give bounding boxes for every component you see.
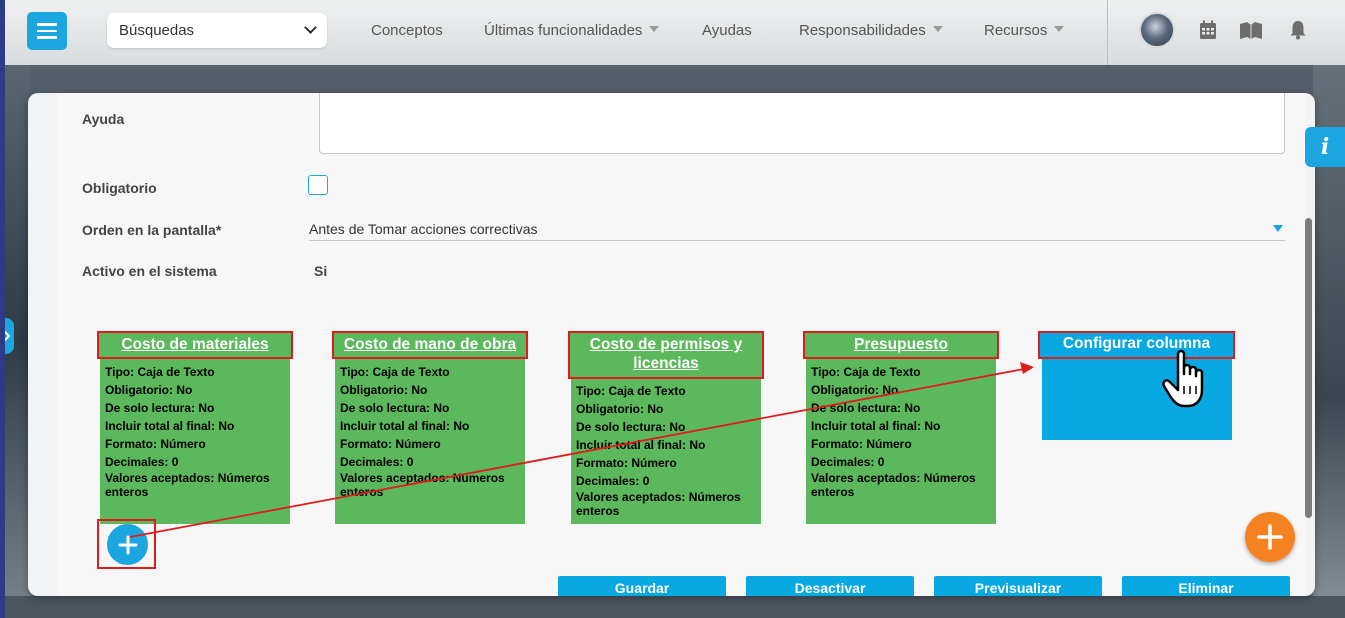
caret-down-icon (649, 26, 660, 32)
active-label: Activo en el sistema (82, 263, 217, 279)
scrollbar[interactable] (1305, 218, 1312, 518)
column-details: Tipo: Caja de Texto Obligatorio: No De s… (340, 365, 505, 499)
add-column-button[interactable] (107, 524, 148, 565)
topbar-divider (1107, 0, 1108, 65)
nav-ultimas-funcionalidades[interactable]: Últimas funcionalidades (484, 22, 660, 39)
form-content: Ayuda Obligatorio Orden en la pantalla* … (58, 93, 1305, 596)
column-details: Tipo: Caja de Texto Obligatorio: No De s… (811, 365, 976, 499)
nav-responsabilidades[interactable]: Responsabilidades (799, 22, 943, 39)
floating-add-button[interactable] (1245, 512, 1295, 562)
required-label: Obligatorio (82, 180, 157, 196)
info-tab[interactable]: i (1305, 127, 1345, 167)
order-select-value: Antes de Tomar acciones correctivas (309, 221, 538, 237)
caret-down-icon (1273, 225, 1283, 232)
bell-icon[interactable] (1289, 20, 1307, 40)
required-checkbox[interactable] (308, 175, 328, 195)
order-select[interactable]: Antes de Tomar acciones correctivas (309, 221, 1285, 241)
menu-icon (37, 23, 57, 26)
nav-recursos[interactable]: Recursos (984, 22, 1065, 39)
calendar-icon[interactable] (1199, 20, 1217, 40)
nav-conceptos[interactable]: Conceptos (371, 22, 443, 39)
help-textarea[interactable] (319, 93, 1285, 154)
hand-cursor-icon (1162, 349, 1204, 408)
caret-down-icon (932, 26, 943, 32)
help-label: Ayuda (82, 111, 125, 127)
preview-button[interactable]: Previsualizar (934, 576, 1102, 596)
column-title[interactable]: Presupuesto (803, 331, 999, 359)
caret-down-icon (1054, 26, 1065, 32)
order-label: Orden en la pantalla* (82, 222, 222, 238)
column-title[interactable]: Costo de mano de obra (332, 331, 528, 359)
nav-ayudas[interactable]: Ayudas (702, 22, 752, 39)
column-details: Tipo: Caja de Texto Obligatorio: No De s… (105, 365, 270, 499)
avatar[interactable] (1139, 12, 1175, 48)
menu-button[interactable] (27, 12, 67, 50)
book-icon[interactable] (1239, 20, 1263, 40)
search-dropdown-label: Búsquedas (119, 22, 195, 39)
save-button[interactable]: Guardar (558, 576, 726, 596)
top-bar: Búsquedas Conceptos Últimas funcionalida… (5, 0, 1345, 65)
delete-button[interactable]: Eliminar (1122, 576, 1290, 596)
deactivate-button[interactable]: Desactivar (746, 576, 914, 596)
column-title[interactable]: Costo de materiales (97, 331, 293, 359)
chevron-down-icon (304, 21, 317, 34)
background-left-edge (0, 0, 5, 618)
column-details: Tipo: Caja de Texto Obligatorio: No De s… (576, 384, 741, 518)
search-dropdown[interactable]: Búsquedas (107, 13, 327, 48)
active-value: Si (314, 263, 328, 279)
background-bottom (0, 596, 1345, 618)
column-title[interactable]: Costo de permisos y licencias (568, 331, 764, 379)
form-card: Ayuda Obligatorio Orden en la pantalla* … (28, 93, 1315, 596)
plus-icon (118, 535, 137, 554)
plus-icon (1257, 524, 1283, 550)
